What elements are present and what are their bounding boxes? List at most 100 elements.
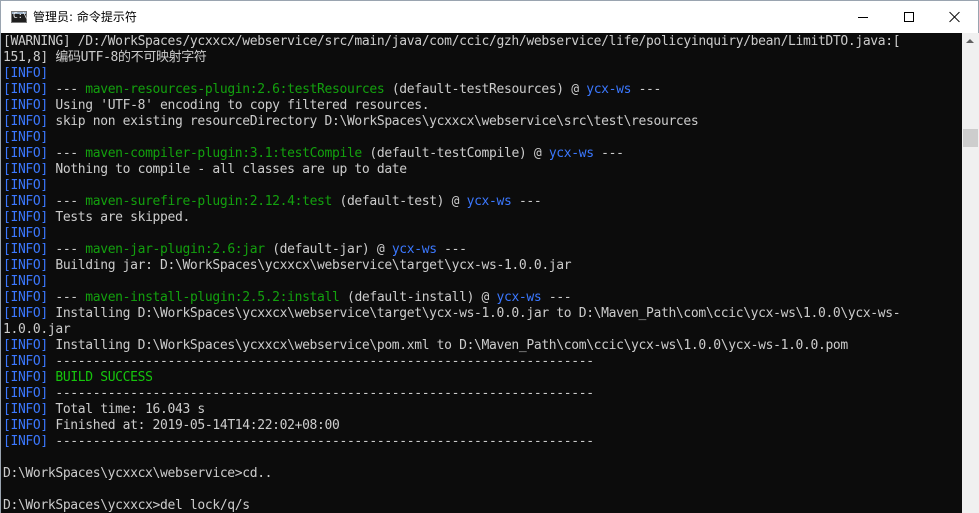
console-line: [INFO] skip non existing resourceDirecto… — [3, 114, 962, 130]
log-level-tag: [INFO] — [3, 258, 48, 273]
project-name: ycx-ws — [586, 82, 632, 97]
console-text: skip non existing resourceDirectory D:\W… — [47, 114, 699, 129]
log-level-tag: [INFO] — [3, 386, 48, 401]
console-text: --- — [47, 290, 86, 305]
build-status: BUILD SUCCESS — [55, 370, 153, 385]
log-level-tag: [INFO] — [3, 114, 48, 129]
log-level-tag: [INFO] — [3, 194, 48, 209]
chevron-up-icon — [966, 39, 974, 43]
console-text: (default-testCompile) @ — [361, 146, 549, 161]
log-level-tag: [INFO] — [3, 226, 48, 241]
console-line: [INFO] — [3, 130, 962, 146]
plugin-name: maven-install-plugin:2.5.2:install — [85, 290, 340, 305]
log-level-tag: [INFO] — [3, 146, 48, 161]
close-icon — [949, 11, 961, 23]
minimize-button[interactable] — [840, 1, 886, 33]
log-level-tag: [INFO] — [3, 306, 48, 321]
project-name: ycx-ws — [548, 146, 594, 161]
console-text: Installing D:\WorkSpaces\ycxxcx\webservi… — [47, 306, 901, 321]
console-text: --- — [47, 146, 86, 161]
console-line: [INFO] --- maven-surefire-plugin:2.12.4:… — [3, 194, 962, 210]
console-line: [INFO] Finished at: 2019-05-14T14:22:02+… — [3, 418, 962, 434]
console-line: [INFO] — [3, 274, 962, 290]
console-text: 151,8] 编码UTF-8的不可映射字符 — [3, 50, 207, 65]
console-line: [INFO] Installing D:\WorkSpaces\ycxxcx\w… — [3, 306, 962, 322]
console-text: --- — [631, 82, 662, 97]
log-level-tag: [INFO] — [3, 130, 48, 145]
log-level-tag: [INFO] — [3, 162, 48, 177]
console-line: [INFO] --- maven-resources-plugin:2.6:te… — [3, 82, 962, 98]
console-line: [INFO] ---------------------------------… — [3, 386, 962, 402]
console-text: ----------------------------------------… — [47, 354, 594, 369]
console-line: [INFO] Tests are skipped. — [3, 210, 962, 226]
console-text: --- — [541, 290, 572, 305]
console-text: --- — [511, 194, 542, 209]
console-text: --- — [47, 82, 86, 97]
console-line: [INFO] Nothing to compile - all classes … — [3, 162, 962, 178]
app-icon-glyph: C:\ — [13, 11, 28, 20]
console-line: [INFO] ---------------------------------… — [3, 354, 962, 370]
console-text: --- — [593, 146, 624, 161]
plugin-name: maven-jar-plugin:2.6:jar — [85, 242, 265, 257]
console-line: [INFO] — [3, 226, 962, 242]
console-line: [INFO] --- maven-jar-plugin:2.6:jar (def… — [3, 242, 962, 258]
minimize-icon — [858, 17, 868, 18]
log-level-tag: [INFO] — [3, 210, 48, 225]
plugin-name: maven-compiler-plugin:3.1:testCompile — [85, 146, 362, 161]
log-level-tag: [INFO] — [3, 434, 48, 449]
maximize-button[interactable] — [886, 1, 932, 33]
console-text: (default-jar) @ — [264, 242, 392, 257]
window-title: 管理员: 命令提示符 — [33, 10, 137, 24]
log-level-tag: [INFO] — [3, 66, 48, 81]
log-level-tag: [INFO] — [3, 402, 48, 417]
cmd-window: C:\ 管理员: 命令提示符 [WARNING] /D:/WorkSpaces/… — [0, 0, 979, 513]
console-line: [INFO] ---------------------------------… — [3, 434, 962, 450]
close-button[interactable] — [932, 1, 978, 33]
console-text: --- — [47, 242, 86, 257]
scroll-up-button[interactable] — [962, 33, 979, 50]
console-line: [INFO] Building jar: D:\WorkSpaces\ycxxc… — [3, 258, 962, 274]
console-text: D:\WorkSpaces\ycxxcx\webservice>cd.. — [3, 466, 273, 481]
console-text: Nothing to compile - all classes are up … — [47, 162, 407, 177]
project-name: ycx-ws — [496, 290, 542, 305]
console-text: (default-test) @ — [332, 194, 467, 209]
console-text: (default-install) @ — [339, 290, 497, 305]
vertical-scrollbar[interactable] — [962, 33, 979, 513]
console-line: [INFO] — [3, 66, 962, 82]
console-output[interactable]: [WARNING] /D:/WorkSpaces/ycxxcx/webservi… — [1, 33, 962, 513]
plugin-name: maven-resources-plugin:2.6:testResources — [85, 82, 385, 97]
console-line: D:\WorkSpaces\ycxxcx>del lock/q/s — [3, 498, 962, 513]
console-text: ----------------------------------------… — [47, 434, 594, 449]
console-text: --- — [436, 242, 467, 257]
console-line: [INFO] BUILD SUCCESS — [3, 370, 962, 386]
scroll-thumb[interactable] — [963, 129, 978, 147]
maximize-icon — [904, 12, 914, 22]
console-line: [WARNING] /D:/WorkSpaces/ycxxcx/webservi… — [3, 34, 962, 50]
console-text: D:\WorkSpaces\ycxxcx>del lock/q/s — [3, 498, 250, 513]
log-level-tag: [INFO] — [3, 370, 48, 385]
log-level-tag: [INFO] — [3, 290, 48, 305]
console-line: [INFO] Using 'UTF-8' encoding to copy fi… — [3, 98, 962, 114]
console-text: Building jar: D:\WorkSpaces\ycxxcx\webse… — [47, 258, 572, 273]
console-text: --- — [47, 194, 86, 209]
console-line: 151,8] 编码UTF-8的不可映射字符 — [3, 50, 962, 66]
console-text: Installing D:\WorkSpaces\ycxxcx\webservi… — [47, 338, 848, 353]
log-level-tag: [INFO] — [3, 418, 48, 433]
console-text: ----------------------------------------… — [47, 386, 594, 401]
console-text: Total time: 16.043 s — [47, 402, 205, 417]
title-bar[interactable]: C:\ 管理员: 命令提示符 — [1, 1, 978, 33]
console-line: [INFO] --- maven-compiler-plugin:3.1:tes… — [3, 146, 962, 162]
console-text: [WARNING] /D:/WorkSpaces/ycxxcx/webservi… — [3, 34, 901, 49]
console-text: 1.0.0.jar — [3, 322, 71, 337]
plugin-name: maven-surefire-plugin:2.12.4:test — [85, 194, 332, 209]
console-line: [INFO] --- maven-install-plugin:2.5.2:in… — [3, 290, 962, 306]
log-level-tag: [INFO] — [3, 338, 48, 353]
project-name: ycx-ws — [466, 194, 512, 209]
cmd-app-icon[interactable]: C:\ — [11, 11, 27, 23]
log-level-tag: [INFO] — [3, 178, 48, 193]
log-level-tag: [INFO] — [3, 98, 48, 113]
console-text: Finished at: 2019-05-14T14:22:02+08:00 — [47, 418, 340, 433]
console-text: (default-testResources) @ — [384, 82, 587, 97]
